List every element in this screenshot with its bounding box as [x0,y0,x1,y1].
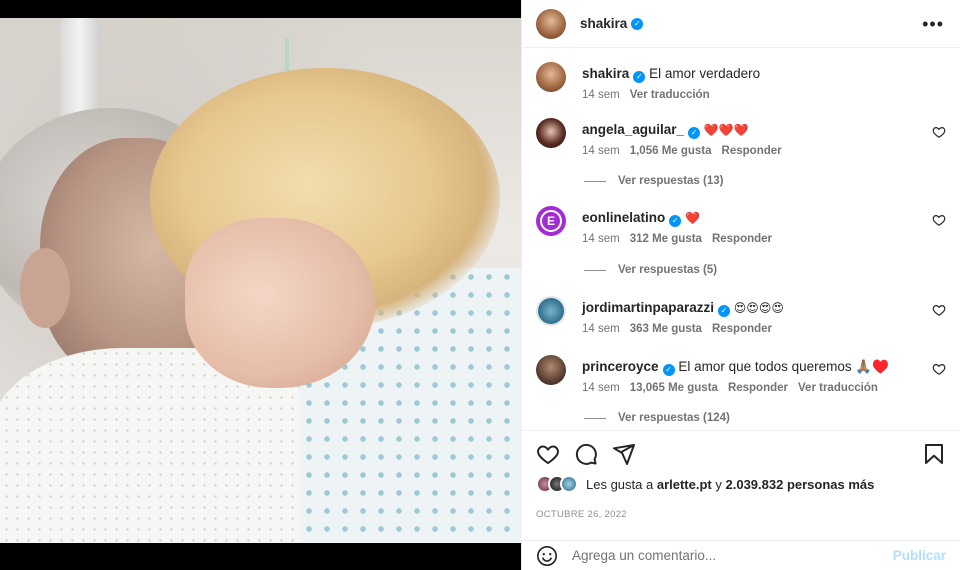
comment-text: El amor que todos queremos 🙏🏽♥️ [678,359,890,374]
caption-username[interactable]: shakira [582,66,629,81]
timestamp[interactable]: 14 sem [582,323,620,335]
heart-icon[interactable] [932,125,946,139]
view-replies-label: Ver respuestas (5) [618,264,718,276]
comments-list[interactable]: shakira ✓ El amor verdadero 14 sem Ver tr… [522,48,960,430]
instagram-post-view: shakira ✓ ••• shakira ✓ El amor verdadero… [0,0,960,570]
comment-username[interactable]: jordimartinpaparazzi [582,300,714,315]
share-icon[interactable] [612,442,636,466]
post-actions: Les gusta a arlette.pt y 2.039.832 perso… [522,430,960,530]
comment-input[interactable] [572,548,879,563]
likes-count[interactable]: 13,065 Me gusta [630,382,718,394]
avatar[interactable] [536,355,566,385]
verified-badge-icon: ✓ [688,127,701,139]
avatar[interactable] [536,296,566,326]
likes-count[interactable]: 312 Me gusta [630,233,702,245]
reply-button[interactable]: Responder [728,382,788,394]
avatar[interactable] [536,62,566,92]
verified-badge-icon: ✓ [631,17,644,30]
post-media[interactable] [0,0,521,570]
publish-button[interactable]: Publicar [893,548,946,563]
view-replies-label: Ver respuestas (124) [618,412,730,424]
more-options-icon[interactable]: ••• [922,15,944,33]
comment-username[interactable]: princeroyce [582,359,659,374]
likes-count[interactable]: 363 Me gusta [630,323,702,335]
view-replies-label: Ver respuestas (13) [618,175,724,187]
post-photo[interactable] [0,18,521,543]
heart-icon[interactable] [536,442,560,466]
comment-username[interactable]: eonlinelatino [582,210,665,225]
bookmark-icon[interactable] [922,442,946,466]
reply-button[interactable]: Responder [722,145,782,157]
comment-text: 😍😍😍😍 [733,301,784,315]
timestamp[interactable]: 14 sem [582,233,620,245]
author-username[interactable]: shakira [580,16,627,31]
verified-badge-icon: ✓ [718,305,731,317]
avatar [560,475,578,493]
post-panel: shakira ✓ ••• shakira ✓ El amor verdadero… [521,0,960,570]
view-replies-button[interactable]: Ver respuestas (5) [584,264,717,276]
comment-icon[interactable] [574,442,598,466]
author-avatar[interactable] [536,8,566,39]
reply-button[interactable]: Responder [712,323,772,335]
avatar[interactable] [536,118,566,148]
comment-username[interactable]: angela_aguilar_ [582,122,684,137]
comment-composer: Publicar [522,540,960,570]
view-replies-button[interactable]: Ver respuestas (124) [584,412,730,424]
view-replies-button[interactable]: Ver respuestas (13) [584,175,723,187]
likes-count[interactable]: 1,056 Me gusta [630,145,712,157]
verified-badge-icon: ✓ [662,364,675,376]
comment-text: ❤️❤️❤️ [703,123,749,137]
liker-username[interactable]: arlette.pt [657,477,712,492]
avatar[interactable]: E [536,206,566,236]
timestamp[interactable]: 14 sem [582,382,620,394]
likes-summary: Les gusta a arlette.pt y 2.039.832 perso… [536,475,946,493]
verified-badge-icon: ✓ [633,71,646,83]
heart-icon[interactable] [932,303,946,317]
caption-text: El amor verdadero [649,66,761,81]
likes-count-link[interactable]: 2.039.832 personas más [726,477,875,492]
verified-badge-icon: ✓ [669,215,682,227]
reply-button[interactable]: Responder [712,233,772,245]
timestamp[interactable]: 14 sem [582,89,620,101]
translate-link[interactable]: Ver traducción [798,382,878,394]
liker-avatars[interactable] [536,475,578,493]
likes-prefix: Les gusta a [586,476,654,492]
emoji-icon[interactable] [536,545,558,567]
heart-icon[interactable] [932,213,946,227]
post-header: shakira ✓ ••• [522,0,960,48]
timestamp[interactable]: 14 sem [582,145,620,157]
heart-icon[interactable] [932,362,946,376]
post-date[interactable]: OCTUBRE 26, 2022 [536,509,946,520]
comment-text: ❤️ [685,211,700,225]
likes-middle: y [715,476,722,492]
translate-link[interactable]: Ver traducción [630,89,710,101]
